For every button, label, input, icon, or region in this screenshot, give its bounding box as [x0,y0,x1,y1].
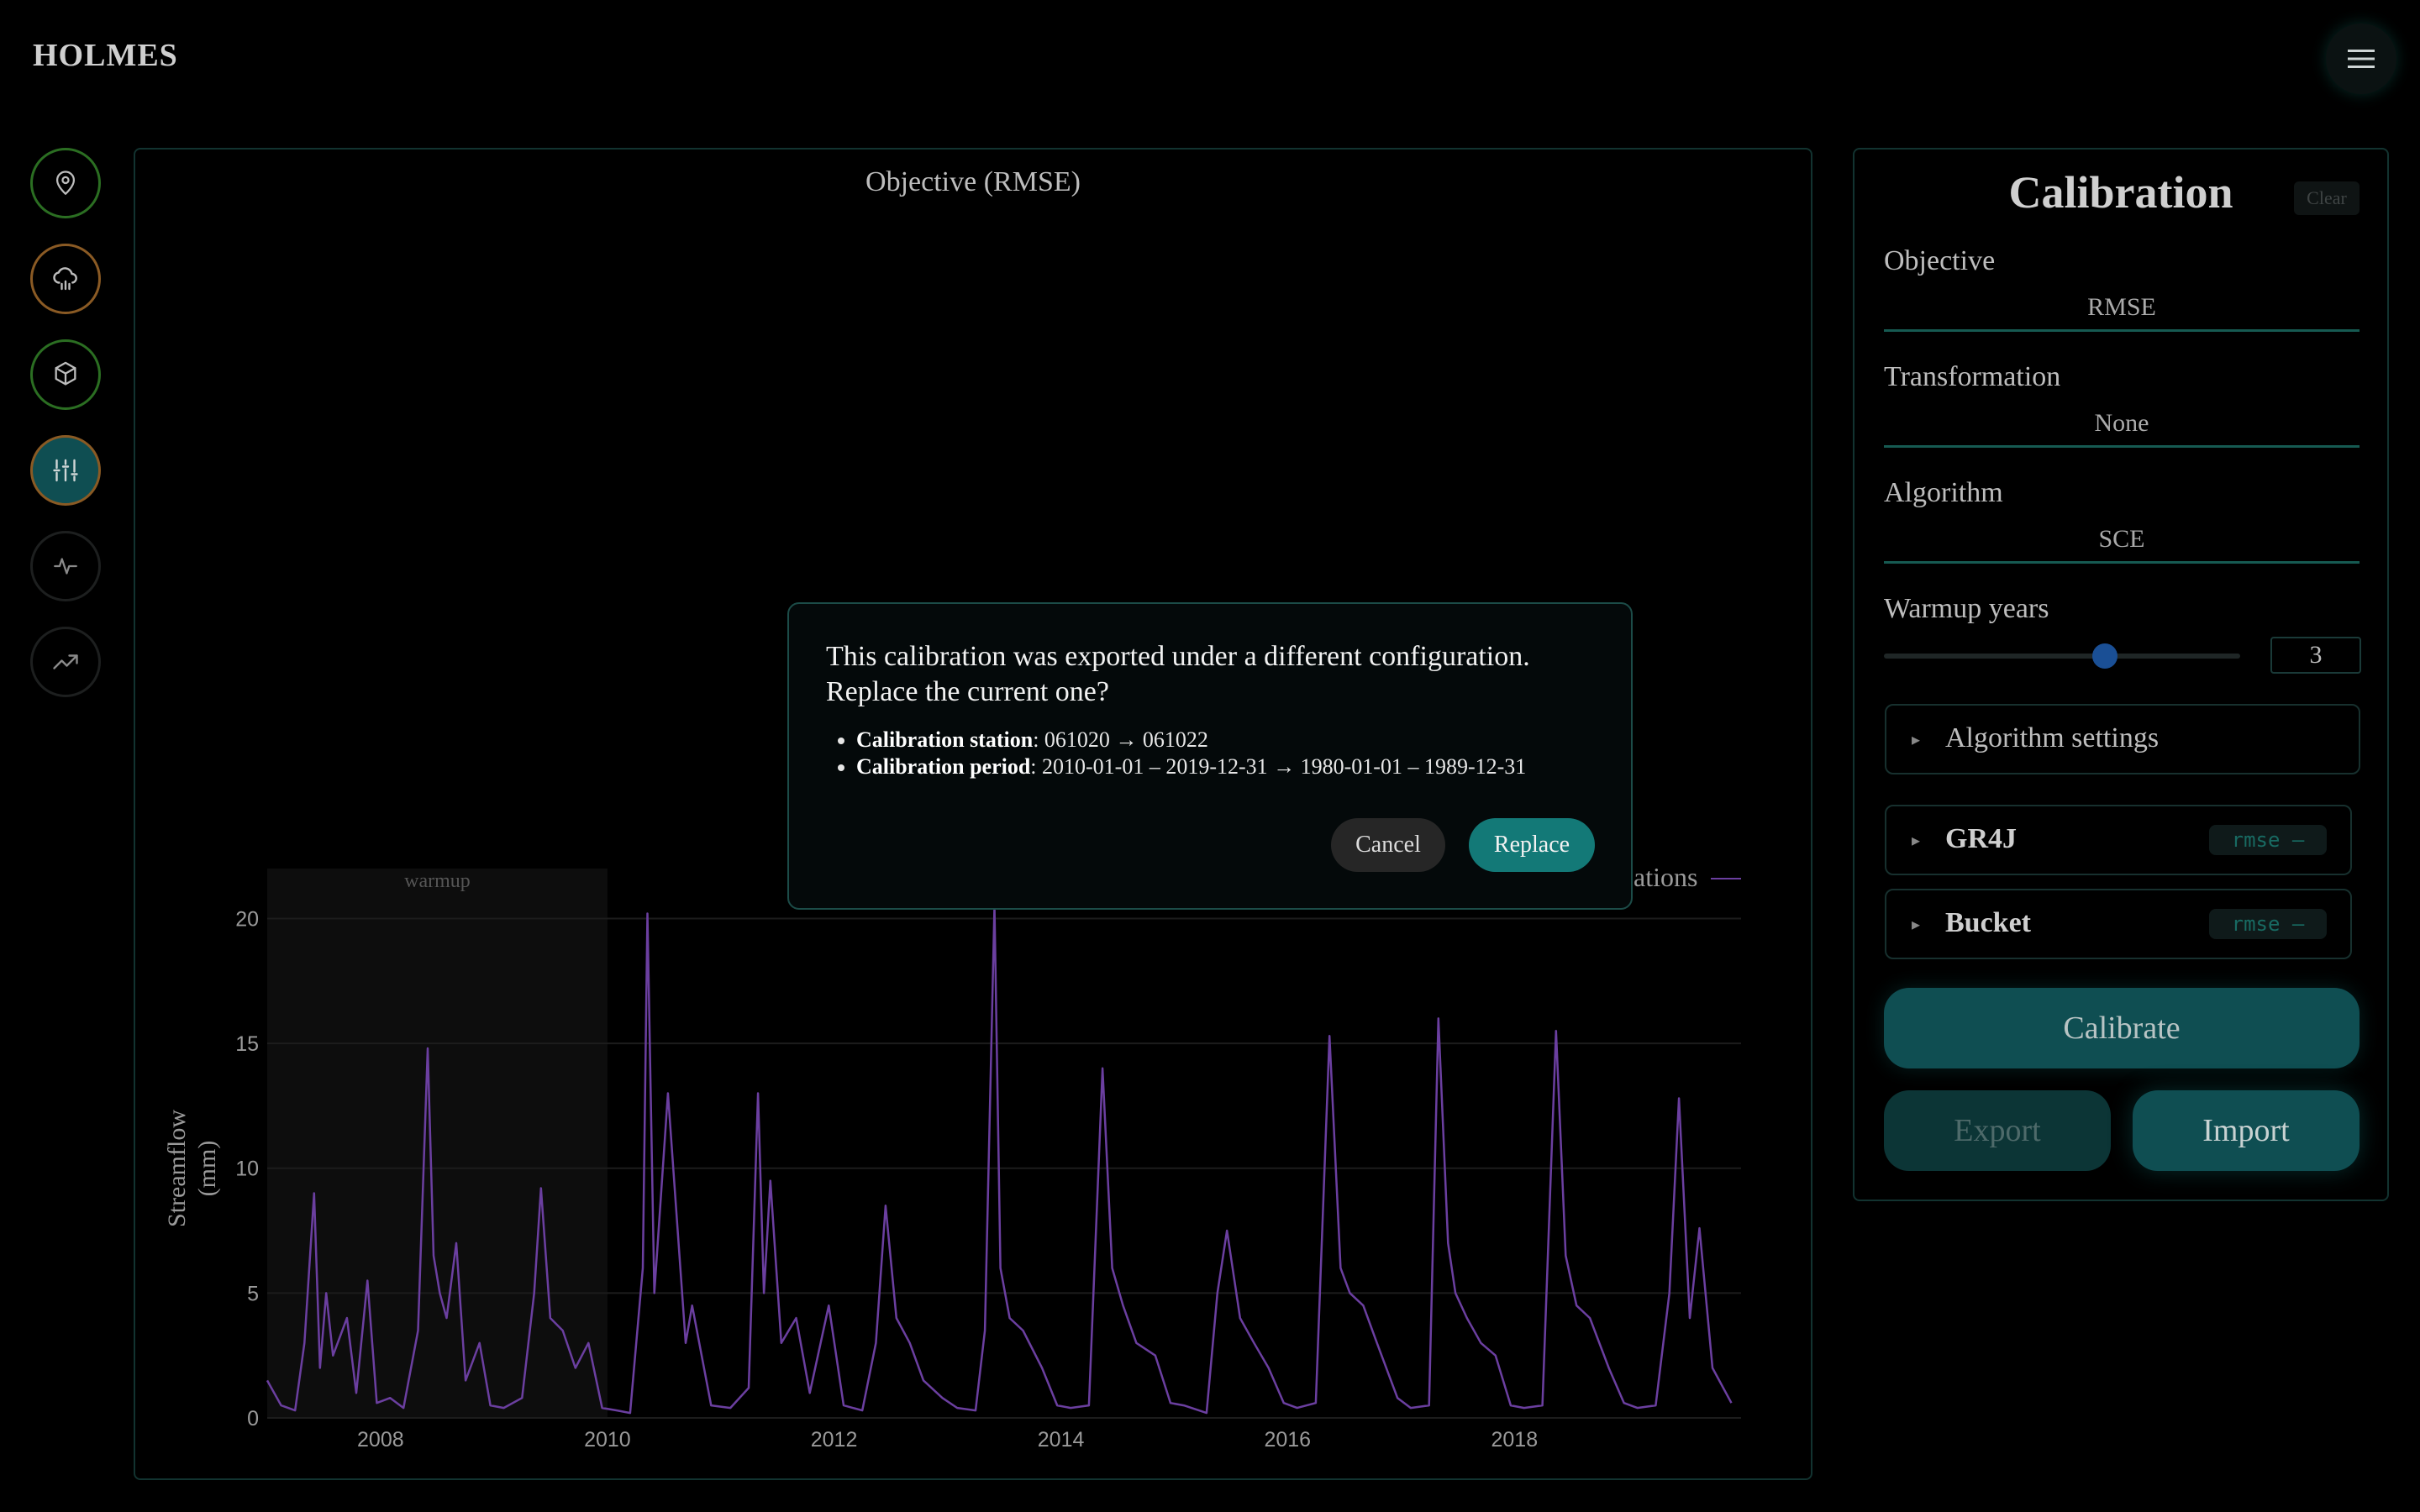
y-tick-label: 10 [235,1158,259,1181]
clear-button[interactable]: Clear [2294,181,2360,215]
x-tick-label: 2016 [1264,1428,1311,1452]
warmup-label: warmup [404,870,471,892]
export-button[interactable]: Export [1884,1090,2111,1171]
change-value: : 061020 → 061022 [1033,727,1208,752]
warmup-slider-thumb[interactable] [2091,643,2118,669]
x-tick-label: 2010 [584,1428,631,1452]
x-tick-label: 2008 [357,1428,404,1452]
transformation-label: Transformation [1884,361,2061,392]
list-item: Calibration period: 2010-01-01 – 2019-12… [856,753,1646,780]
dialog-change-list: Calibration station: 061020 → 061022 Cal… [826,727,1646,780]
change-key: Calibration period [856,754,1031,779]
algorithm-label: Algorithm [1884,477,2003,508]
x-tick-label: 2012 [811,1428,858,1452]
replace-button[interactable]: Replace [1469,818,1595,872]
y-tick-label: 15 [235,1032,259,1056]
rmse-badge: rmse — [2209,825,2327,855]
y-axis-label: Streamflow (mm) [163,1110,221,1227]
calibrate-button[interactable]: Calibrate [1884,988,2360,1068]
change-value: : 2010-01-01 – 2019-12-31 → 1980-01-01 –… [1030,754,1527,779]
objective-underline [1884,329,2360,332]
algorithm-select[interactable]: SCE [1884,525,2360,554]
algorithm-settings-accordion[interactable]: ▸ Algorithm settings [1885,704,2360,774]
algorithm-settings-label: Algorithm settings [1945,722,2160,753]
rmse-badge: rmse — [2209,909,2327,939]
cancel-button[interactable]: Cancel [1331,818,1445,872]
y-tick-label: 0 [247,1407,259,1431]
model-name: GR4J [1945,823,2017,854]
model-accordion-gr4j[interactable]: ▸ GR4J rmse — [1885,805,2352,875]
warmup-label: Warmup years [1884,593,2049,624]
warmup-slider[interactable] [1884,654,2240,659]
model-name: Bucket [1945,907,2031,938]
caret-right-icon: ▸ [1912,916,1921,934]
caret-right-icon: ▸ [1912,731,1921,749]
list-item: Calibration station: 061020 → 061022 [856,727,1646,753]
import-button[interactable]: Import [2133,1090,2360,1171]
objective-label: Objective [1884,245,1996,276]
transformation-underline [1884,445,2360,448]
legend-line [1711,878,1741,879]
warmup-years-input[interactable]: 3 [2270,637,2361,674]
dialog-message: This calibration was exported under a di… [826,641,1530,707]
x-tick-label: 2014 [1038,1428,1085,1452]
caret-right-icon: ▸ [1912,832,1921,850]
y-tick-label: 5 [247,1282,259,1305]
model-accordion-bucket[interactable]: ▸ Bucket rmse — [1885,889,2352,959]
algorithm-underline [1884,561,2360,564]
change-key: Calibration station [856,727,1034,752]
y-tick-label: 20 [235,907,259,931]
x-tick-label: 2018 [1491,1428,1539,1452]
legend-label: ations [1634,862,1698,892]
objective-select[interactable]: RMSE [1884,293,2360,322]
transformation-select[interactable]: None [1884,409,2360,438]
